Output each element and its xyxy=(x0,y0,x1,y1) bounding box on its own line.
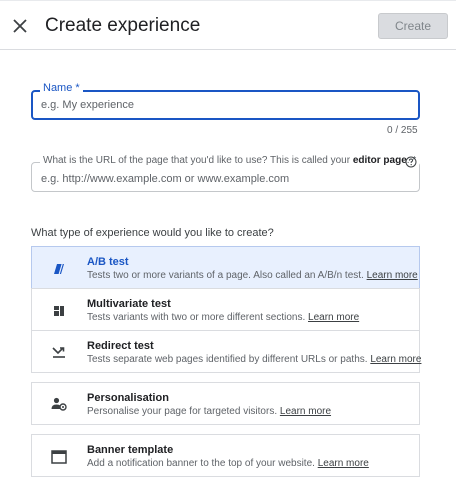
editor-url-label: What is the URL of the page that you'd l… xyxy=(40,155,420,166)
option-title: Multivariate test xyxy=(87,298,171,310)
close-icon[interactable] xyxy=(10,16,30,36)
experience-type-question: What type of experience would you like t… xyxy=(31,227,274,239)
option-description: Add a notification banner to the top of … xyxy=(87,458,369,469)
learn-more-link[interactable]: Learn more xyxy=(367,270,418,281)
char-counter: 0 / 255 xyxy=(387,125,418,136)
create-button[interactable]: Create xyxy=(378,13,448,39)
learn-more-link[interactable]: Learn more xyxy=(318,458,369,469)
option-description: Tests separate web pages identified by d… xyxy=(87,354,422,365)
redirect-icon xyxy=(52,347,65,358)
name-input[interactable]: e.g. My experience xyxy=(41,99,134,111)
name-label: Name * xyxy=(40,82,83,94)
option-ab-test[interactable]: A/B test Tests two or more variants of a… xyxy=(31,246,420,289)
ab-test-icon xyxy=(54,263,64,275)
option-title: Banner template xyxy=(87,444,174,456)
editor-url-input[interactable]: e.g. http://www.example.com or www.examp… xyxy=(41,173,289,185)
option-title: A/B test xyxy=(87,256,129,268)
option-redirect-test[interactable]: Redirect test Tests separate web pages i… xyxy=(31,330,422,373)
option-description: Personalise your page for targeted visit… xyxy=(87,406,332,417)
option-multivariate-test[interactable]: Multivariate test Tests variants with tw… xyxy=(31,288,420,331)
header-bar: Create experience Create xyxy=(0,0,456,50)
multivariate-icon xyxy=(54,306,64,316)
learn-more-link[interactable]: Learn more xyxy=(308,312,359,323)
page-title: Create experience xyxy=(45,15,201,36)
option-personalisation[interactable]: Personalisation Personalise your page fo… xyxy=(31,382,420,425)
option-title: Personalisation xyxy=(87,392,169,404)
option-description: Tests variants with two or more differen… xyxy=(87,312,360,323)
option-title: Redirect test xyxy=(87,340,154,352)
learn-more-link[interactable]: Learn more xyxy=(280,406,331,417)
option-description: Tests two or more variants of a page. Al… xyxy=(87,270,418,281)
learn-more-link[interactable]: Learn more xyxy=(370,354,421,365)
option-banner-template[interactable]: Banner template Add a notification banne… xyxy=(31,434,420,477)
personalisation-icon xyxy=(51,397,67,411)
banner-icon xyxy=(51,450,67,464)
help-icon[interactable] xyxy=(405,156,417,168)
